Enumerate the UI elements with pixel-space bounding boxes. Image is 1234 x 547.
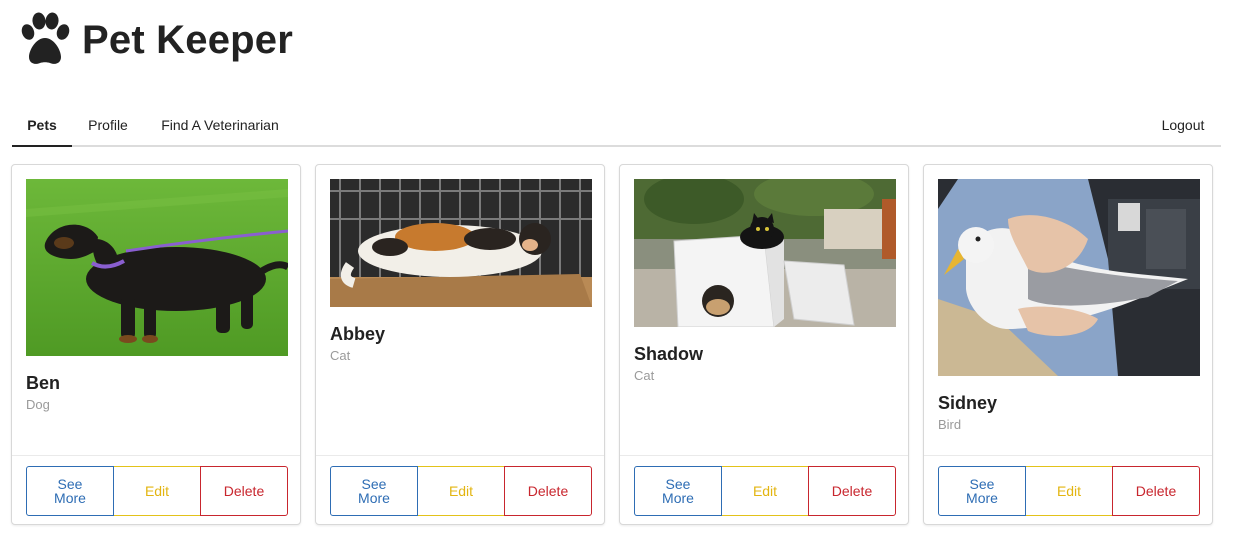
delete-button[interactable]: Delete — [808, 466, 896, 516]
calico-cat-photo — [330, 179, 592, 307]
card-actions: See More Edit Delete — [938, 466, 1200, 516]
pet-type: Dog — [26, 397, 50, 412]
seagull-photo — [938, 179, 1200, 376]
main-nav: Pets Profile Find A Veterinarian Logout — [12, 105, 1221, 147]
card-actions: See More Edit Delete — [330, 466, 592, 516]
tab-find-veterinarian[interactable]: Find A Veterinarian — [157, 105, 283, 145]
card-divider — [316, 455, 604, 456]
black-cat-photo — [634, 179, 896, 327]
see-more-button[interactable]: See More — [330, 466, 418, 516]
card-actions: See More Edit Delete — [26, 466, 288, 516]
delete-button[interactable]: Delete — [200, 466, 288, 516]
card-actions: See More Edit Delete — [634, 466, 896, 516]
tab-profile[interactable]: Profile — [85, 105, 131, 145]
card-divider — [12, 455, 300, 456]
pet-card: Abbey Cat See More Edit Delete — [315, 164, 605, 525]
pet-photo — [330, 179, 592, 307]
see-more-button[interactable]: See More — [938, 466, 1026, 516]
tab-pets[interactable]: Pets — [12, 105, 72, 147]
pet-name: Ben — [26, 373, 61, 393]
paw-icon — [21, 12, 70, 64]
pet-card: Sidney Bird See More Edit Delete — [923, 164, 1213, 525]
card-divider — [924, 455, 1212, 456]
pet-type: Cat — [330, 348, 351, 363]
delete-button[interactable]: Delete — [1112, 466, 1200, 516]
app-header: Pet Keeper — [16, 10, 293, 70]
pet-card: Shadow Cat See More Edit Delete — [619, 164, 909, 525]
pet-card: Ben Dog See More Edit Delete — [11, 164, 301, 525]
see-more-button[interactable]: See More — [634, 466, 722, 516]
logout-link[interactable]: Logout — [1156, 105, 1210, 145]
pet-photo — [634, 179, 896, 327]
see-more-button[interactable]: See More — [26, 466, 114, 516]
pet-name: Sidney — [938, 393, 998, 413]
pet-photo — [26, 179, 288, 356]
pet-name: Abbey — [330, 324, 386, 344]
dachshund-photo — [26, 179, 288, 356]
edit-button[interactable]: Edit — [722, 466, 808, 516]
pet-type: Cat — [634, 368, 655, 383]
card-divider — [620, 455, 908, 456]
edit-button[interactable]: Edit — [418, 466, 504, 516]
pet-type: Bird — [938, 417, 962, 432]
pet-name: Shadow — [634, 344, 704, 364]
app-title: Pet Keeper — [82, 17, 293, 62]
edit-button[interactable]: Edit — [1026, 466, 1112, 516]
delete-button[interactable]: Delete — [504, 466, 592, 516]
edit-button[interactable]: Edit — [114, 466, 200, 516]
pet-photo — [938, 179, 1200, 376]
